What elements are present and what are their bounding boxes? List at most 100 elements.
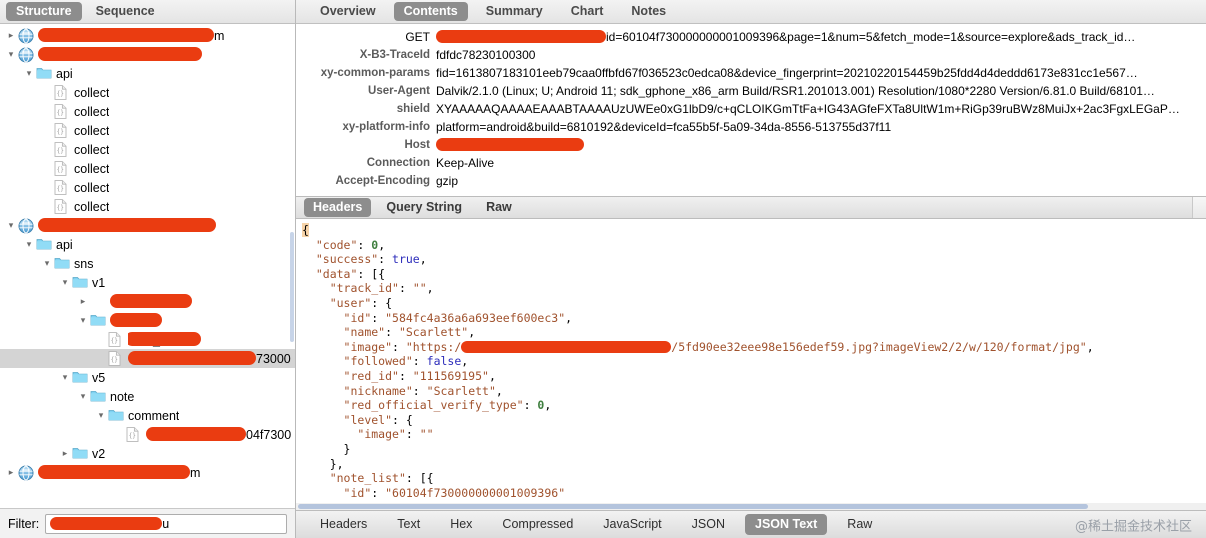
tree-node-label: collect: [74, 180, 110, 195]
tree-node[interactable]: {} collect: [0, 140, 295, 159]
subtab-raw[interactable]: Raw: [477, 198, 521, 217]
request-header-row: xy-common-params fid=1613807183101eeb79ca…: [296, 64, 1206, 82]
response-body-viewer[interactable]: { "code": 0, "success": true, "data": [{…: [296, 219, 1206, 510]
tree-node[interactable]: ▾ v5: [0, 368, 295, 387]
tree-node[interactable]: ▾ note: [0, 387, 295, 406]
tree-node[interactable]: ▾ v1: [0, 273, 295, 292]
json-token: true: [392, 252, 420, 267]
bottom-tab-json[interactable]: JSON: [682, 514, 735, 535]
chevron-right-icon[interactable]: ▸: [4, 463, 18, 482]
json-line: "name": "Scarlett",: [302, 325, 1206, 340]
request-header-row: User-Agent Dalvik/2.1.0 (Linux; U; Androi…: [296, 82, 1206, 100]
right-tab-contents[interactable]: Contents: [393, 2, 468, 21]
structure-sequence-tabstrip: Structure Sequence: [0, 0, 295, 24]
chevron-down-icon[interactable]: ▾: [58, 368, 72, 387]
tree-node[interactable]: ▸ v2: [0, 444, 295, 463]
tree-node[interactable]: {} 04f7300: [0, 425, 295, 444]
tree-node[interactable]: ▾: [0, 216, 295, 235]
chevron-right-icon[interactable]: ▸: [76, 292, 90, 311]
tree-node[interactable]: {} collect: [0, 159, 295, 178]
chevron-down-icon[interactable]: ▾: [76, 387, 90, 406]
tree-node[interactable]: ▾ comment: [0, 406, 295, 425]
chevron-right-icon[interactable]: ▸: [4, 26, 18, 45]
request-header-name: Connection: [366, 157, 430, 169]
right-tab-summary[interactable]: Summary: [476, 2, 553, 21]
json-token: :: [392, 339, 406, 354]
tree-node[interactable]: {} collect: [0, 121, 295, 140]
request-header-value: XYAAAAAQAAAAEAAABTAAAAUzUWEe0xG1lbD9/c+q…: [436, 102, 1180, 116]
chevron-down-icon[interactable]: ▾: [58, 273, 72, 292]
tree-node[interactable]: {} collect: [0, 83, 295, 102]
json-token: "followed": [343, 354, 413, 369]
tree-vertical-scrollbar[interactable]: [289, 24, 295, 508]
tree-node[interactable]: ▾ api: [0, 64, 295, 83]
tree-node-label: m: [38, 28, 224, 43]
tree-node[interactable]: ▾ api: [0, 235, 295, 254]
json-line: }: [302, 442, 1206, 457]
json-token: "name": [343, 325, 386, 340]
tree-node[interactable]: ▸ m: [0, 26, 295, 45]
chevron-down-icon[interactable]: ▾: [4, 216, 18, 235]
right-tab-notes[interactable]: Notes: [621, 2, 676, 21]
redaction-bar: [38, 218, 216, 232]
tree-node[interactable]: {} collect: [0, 102, 295, 121]
json-token: "": [412, 281, 427, 296]
tree-node[interactable]: {} after_read: [0, 330, 295, 349]
bottom-tab-json-text[interactable]: JSON Text: [745, 514, 828, 535]
json-token: "id": [343, 485, 372, 500]
chevron-down-icon[interactable]: ▾: [94, 406, 108, 425]
tree-node[interactable]: ▸: [0, 292, 295, 311]
bottom-tab-text[interactable]: Text: [387, 514, 430, 535]
request-subtabstrip: Headers Query String Raw: [296, 196, 1206, 219]
json-token: "60104f730000000001009396": [385, 485, 566, 500]
file-icon: {}: [54, 179, 70, 196]
bottom-tab-headers[interactable]: Headers: [310, 514, 377, 535]
bottom-tab-javascript[interactable]: JavaScript: [593, 514, 671, 535]
chevron-down-icon[interactable]: ▾: [76, 311, 90, 330]
svg-text:{}: {}: [57, 109, 64, 116]
tree-node-label: sns: [74, 256, 94, 271]
tree-node[interactable]: ▸ m: [0, 463, 295, 482]
right-tab-chart[interactable]: Chart: [561, 2, 614, 21]
tree-node[interactable]: ▾: [0, 45, 295, 64]
json-line: "image": "https:/ /5fd90ee32eee98e156edef…: [302, 340, 1206, 355]
tree-node-label: m: [38, 465, 200, 480]
left-tab-sequence[interactable]: Sequence: [86, 2, 165, 21]
filter-input[interactable]: u: [45, 513, 287, 534]
tree-node[interactable]: {} collect: [0, 178, 295, 197]
json-token: ,: [1086, 339, 1094, 354]
chevron-down-icon[interactable]: ▾: [22, 235, 36, 254]
json-token: "https:/: [405, 339, 462, 354]
subtab-query-string[interactable]: Query String: [377, 198, 471, 217]
body-horizontal-scrollbar[interactable]: [296, 503, 1206, 510]
session-tree[interactable]: ▸ m ▾ ▾ api{} collect{} collect{} collect{} coll…: [0, 24, 295, 508]
bottom-tab-hex[interactable]: Hex: [440, 514, 482, 535]
right-tab-overview[interactable]: Overview: [310, 2, 386, 21]
left-tab-structure[interactable]: Structure: [6, 2, 82, 21]
tree-node[interactable]: {} 73000: [0, 349, 295, 368]
chevron-right-icon[interactable]: ▸: [58, 444, 72, 463]
tree-node-label: note: [110, 389, 135, 404]
tree-node[interactable]: {} collect: [0, 197, 295, 216]
file-icon: {}: [108, 331, 124, 348]
subtab-headers[interactable]: Headers: [304, 198, 372, 217]
request-header-name: Accept-Encoding: [335, 175, 430, 187]
chevron-down-icon[interactable]: ▾: [40, 254, 54, 273]
tree-node[interactable]: ▾ sns: [0, 254, 295, 273]
tree-node-label: comment: [128, 408, 180, 423]
tree-node[interactable]: ▾: [0, 311, 295, 330]
no-icon: [90, 294, 106, 310]
bottom-tab-compressed[interactable]: Compressed: [492, 514, 583, 535]
redaction-bar: [128, 351, 256, 365]
chevron-down-icon[interactable]: ▾: [22, 64, 36, 83]
charles-proxy-window: Structure Sequence ▸ m ▾ ▾ api{} collect{} coll…: [0, 0, 1206, 538]
bottom-tab-raw[interactable]: Raw: [837, 514, 882, 535]
tree-node-label: collect: [74, 142, 110, 157]
svg-text:{}: {}: [57, 128, 64, 135]
chevron-down-icon[interactable]: ▾: [4, 45, 18, 64]
json-line: "red_official_verify_type": 0,: [302, 398, 1206, 413]
